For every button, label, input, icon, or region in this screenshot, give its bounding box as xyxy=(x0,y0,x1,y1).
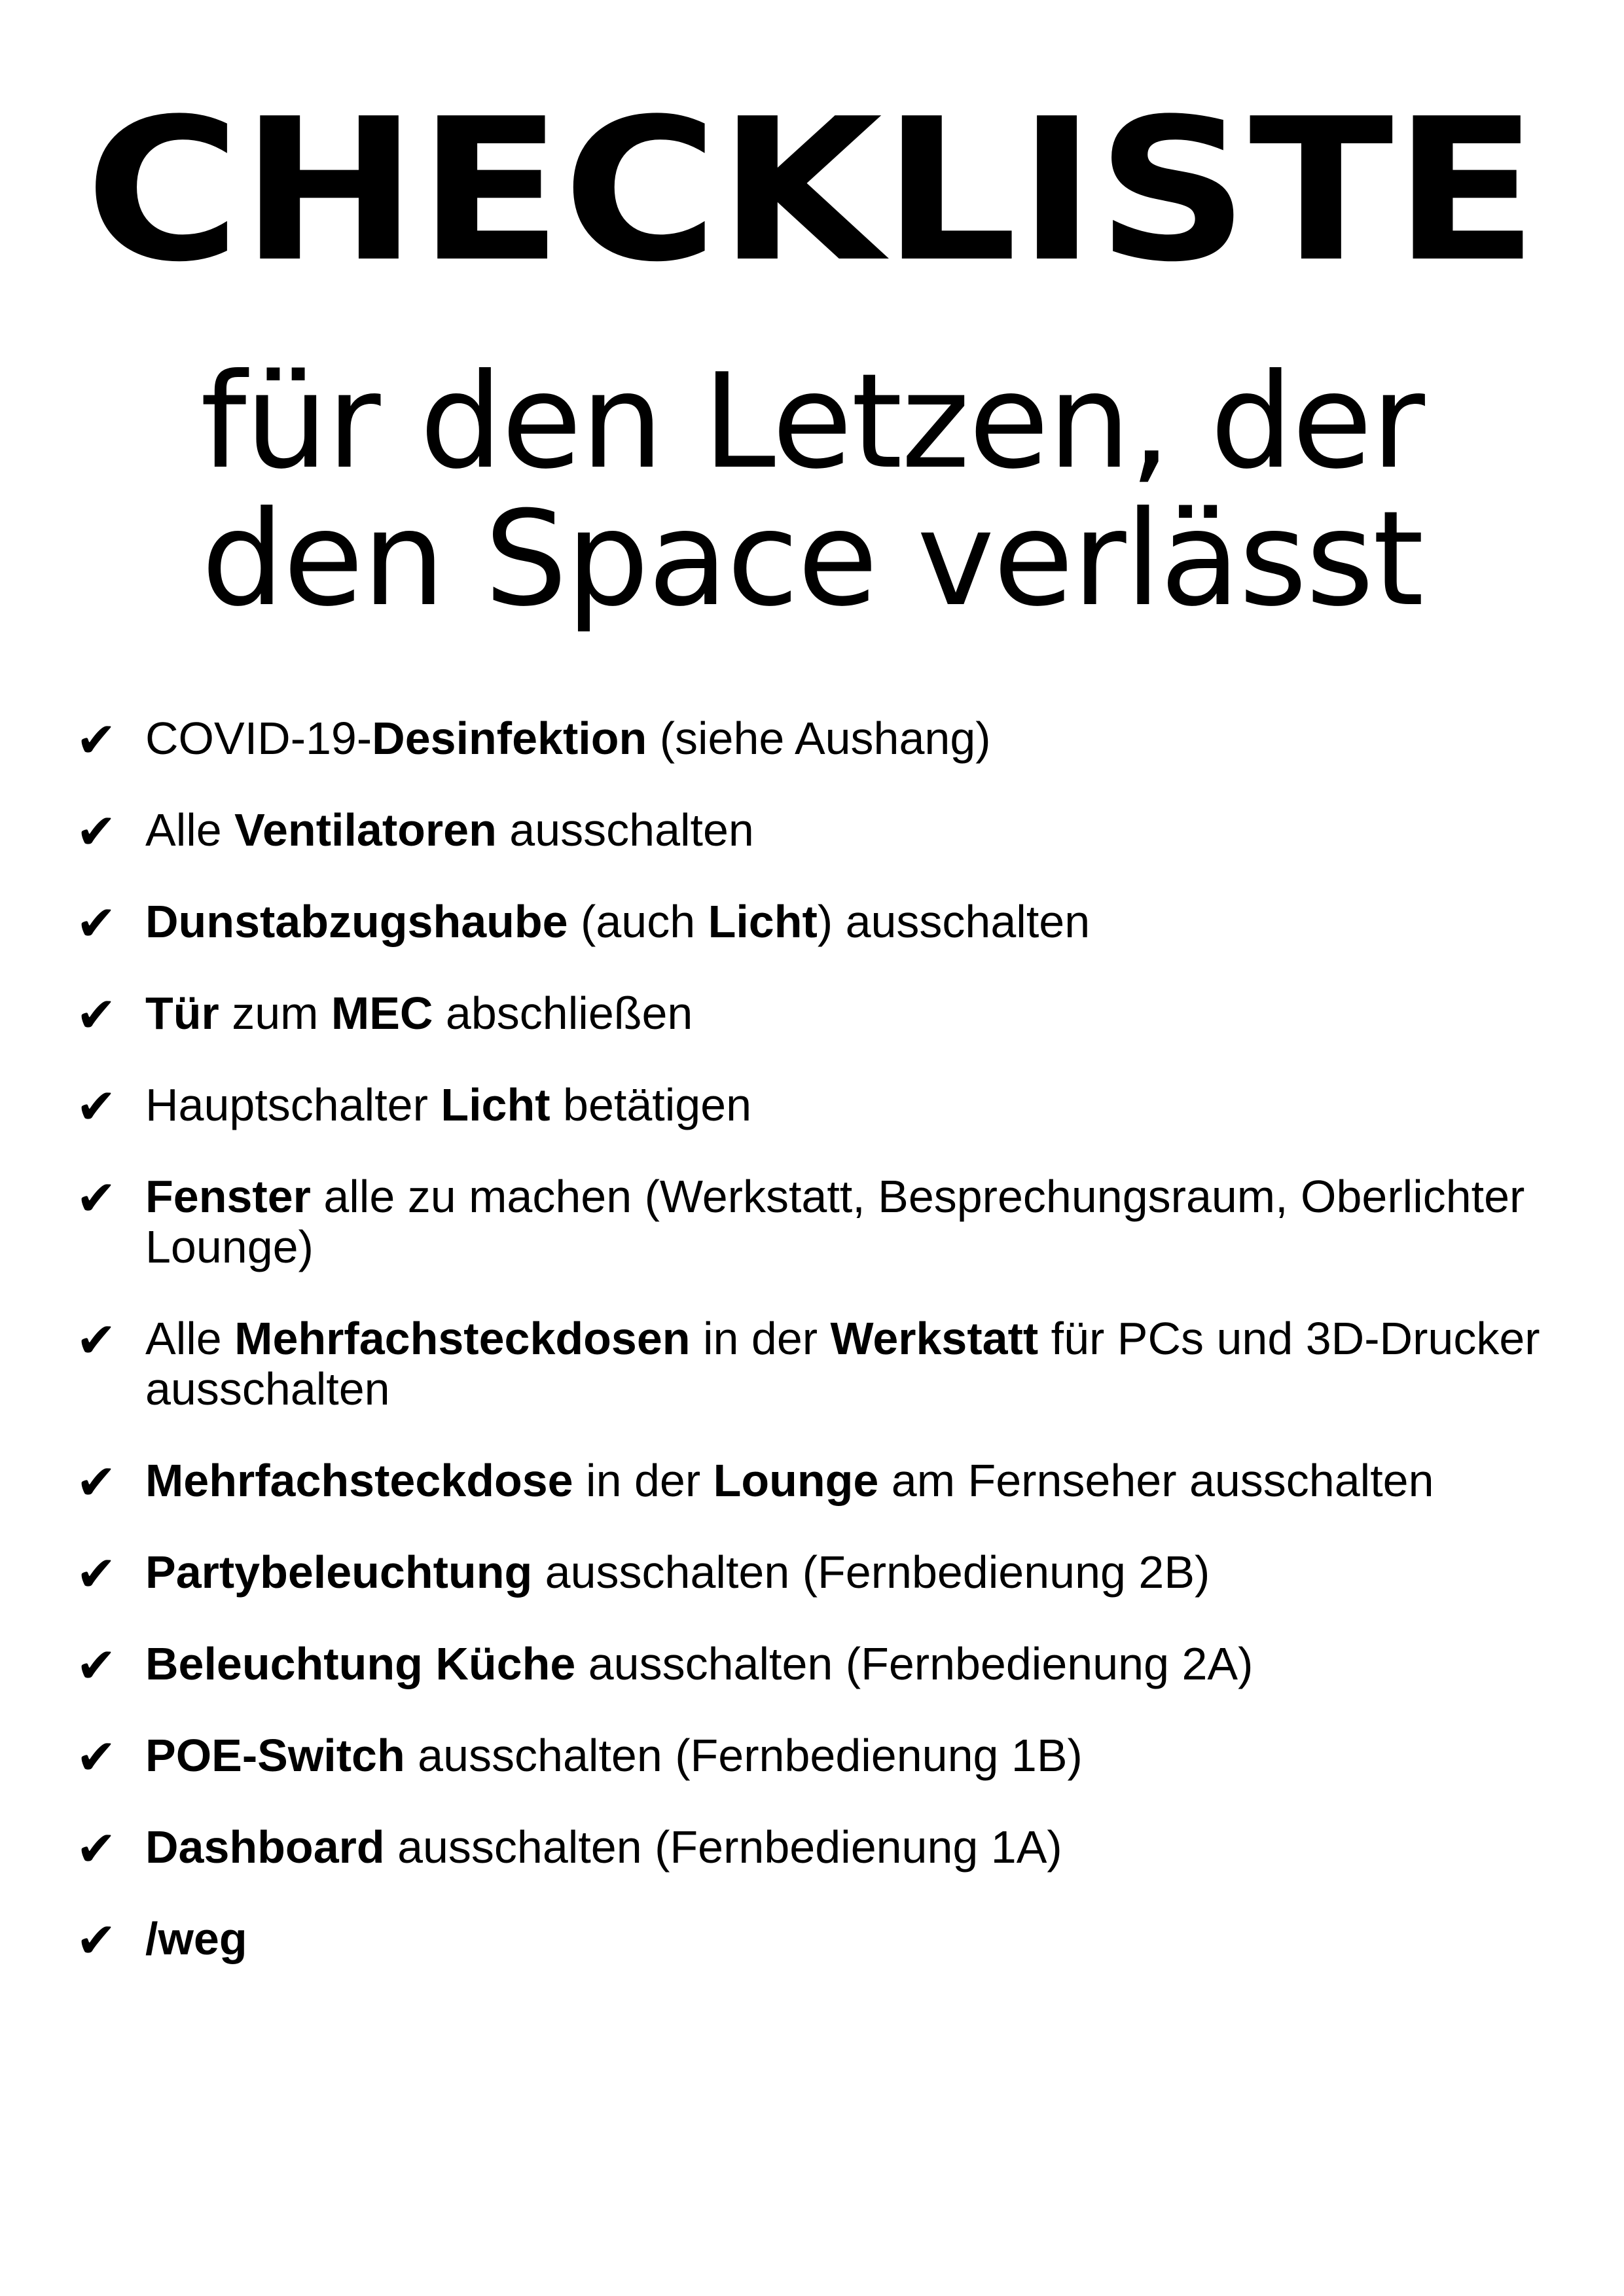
checklist-item-text: POE-Switch ausschalten (Fernbedienung 1B… xyxy=(145,1730,1083,1781)
checklist-item: ✔ Fenster alle zu machen (Werkstatt, Besp… xyxy=(76,1172,1568,1272)
checklist-item: ✔ Alle Ventilatoren ausschalten xyxy=(76,804,1568,860)
check-mark-icon: ✔ xyxy=(76,1638,117,1694)
page-title: CHECKLISTE xyxy=(0,105,1624,288)
item-text-segment: in der xyxy=(573,1455,713,1506)
item-text-segment: zum xyxy=(219,988,331,1039)
check-mark-icon: ✔ xyxy=(76,1912,117,1969)
item-text-segment: (auch xyxy=(568,896,708,947)
item-text-segment: in der xyxy=(690,1313,831,1364)
item-text-segment: ausschalten xyxy=(496,804,754,855)
checklist-item-text: Beleuchtung Küche ausschalten (Fernbedie… xyxy=(145,1638,1253,1689)
emphasis-text: Mehrfachsteckdosen xyxy=(234,1313,691,1364)
emphasis-text: Tür xyxy=(145,988,219,1039)
checklist-item: ✔ COVID-19-Desinfektion (siehe Aushang) xyxy=(76,712,1568,768)
item-text-segment: am Fernseher ausschalten xyxy=(878,1455,1434,1506)
checklist-item-text: COVID-19-Desinfektion (siehe Aushang) xyxy=(145,713,991,764)
title-wordmark: CHECKLISTE xyxy=(85,105,1538,288)
check-mark-icon: ✔ xyxy=(76,804,117,860)
item-text-segment: (siehe Aushang) xyxy=(647,713,991,764)
emphasis-text: Beleuchtung Küche xyxy=(145,1638,576,1689)
checklist-item-text: Dunstabzugshaube (auch Licht) ausschalte… xyxy=(145,896,1090,947)
emphasis-text: Ventilatoren xyxy=(234,804,497,855)
checklist-item: ✔ Mehrfachsteckdose in der Lounge am Fern… xyxy=(76,1454,1568,1511)
item-text-segment: Hauptschalter xyxy=(145,1079,441,1130)
checklist-item: ✔ Alle Mehrfachsteckdosen in der Werkstat… xyxy=(76,1314,1568,1414)
emphasis-text: Licht xyxy=(708,896,818,947)
checklist-item: ✔ Hauptschalter Licht betätigen xyxy=(76,1079,1568,1135)
item-text-segment: abschließen xyxy=(433,988,693,1039)
title-text: CHECKLISTE xyxy=(85,105,1538,288)
item-text-segment: Alle xyxy=(145,804,235,855)
check-mark-icon: ✔ xyxy=(76,1312,117,1369)
emphasis-text: Dunstabzugshaube xyxy=(145,896,568,947)
item-text-segment: ) ausschalten xyxy=(817,896,1091,947)
checklist-item-text: Fenster alle zu machen (Werkstatt, Bespr… xyxy=(145,1171,1525,1272)
checklist-item: ✔ /weg xyxy=(76,1912,1568,1969)
checklist-item-text: Alle Ventilatoren ausschalten xyxy=(145,804,754,855)
checklist-item: ✔ Beleuchtung Küche ausschalten (Fernbedi… xyxy=(76,1638,1568,1694)
checklist-item-text: Partybeleuchtung ausschalten (Fernbedien… xyxy=(145,1547,1210,1598)
emphasis-text: Werkstatt xyxy=(830,1313,1039,1364)
checklist-item-text: Hauptschalter Licht betätigen xyxy=(145,1079,751,1130)
emphasis-text: /weg xyxy=(145,1913,247,1964)
checklist-item: ✔ Dunstabzugshaube (auch Licht) ausschalt… xyxy=(76,895,1568,952)
emphasis-text: Partybeleuchtung xyxy=(145,1547,533,1598)
item-text-segment: betätigen xyxy=(550,1079,752,1130)
check-mark-icon: ✔ xyxy=(76,1170,117,1227)
item-text-segment: ausschalten (Fernbedienung 1A) xyxy=(384,1821,1062,1873)
item-text-segment: COVID-19- xyxy=(145,713,372,764)
checklist-item-text: Tür zum MEC abschließen xyxy=(145,988,693,1039)
subtitle-line-2: den Space verlässt xyxy=(201,483,1424,636)
item-text-segment: ausschalten (Fernbedienung 2B) xyxy=(532,1547,1210,1598)
checklist-item: ✔ Dashboard ausschalten (Fernbedienung 1A… xyxy=(76,1821,1568,1877)
checklist-item-text: Alle Mehrfachsteckdosen in der Werkstatt… xyxy=(145,1313,1540,1414)
item-text-segment: ausschalten (Fernbedienung 1B) xyxy=(405,1730,1083,1781)
page-subtitle: für den Letzen, der den Space verlässt xyxy=(0,353,1624,628)
check-mark-icon: ✔ xyxy=(76,1079,117,1135)
emphasis-text: Lounge xyxy=(713,1455,879,1506)
item-text-segment: Alle xyxy=(145,1313,235,1364)
emphasis-text: Licht xyxy=(441,1079,550,1130)
emphasis-text: Fenster xyxy=(145,1171,311,1222)
checklist-item-text: Mehrfachsteckdose in der Lounge am Ferns… xyxy=(145,1455,1434,1506)
emphasis-text: Mehrfachsteckdose xyxy=(145,1455,573,1506)
checklist-item: ✔ Tür zum MEC abschließen xyxy=(76,987,1568,1043)
item-text-segment: ausschalten (Fernbedienung 2A) xyxy=(575,1638,1254,1689)
emphasis-text: Dashboard xyxy=(145,1821,385,1873)
check-mark-icon: ✔ xyxy=(76,712,117,768)
check-mark-icon: ✔ xyxy=(76,1821,117,1877)
check-mark-icon: ✔ xyxy=(76,1546,117,1602)
check-mark-icon: ✔ xyxy=(76,895,117,952)
check-mark-icon: ✔ xyxy=(76,987,117,1043)
checklist-item: ✔ POE-Switch ausschalten (Fernbedienung 1… xyxy=(76,1729,1568,1785)
check-mark-icon: ✔ xyxy=(76,1729,117,1785)
emphasis-text: Desinfektion xyxy=(372,713,647,764)
item-text-segment: alle zu machen (Werkstatt, Besprechungsr… xyxy=(145,1171,1525,1272)
subtitle-line-1: für den Letzen, der xyxy=(200,346,1425,498)
checklist-item-text: Dashboard ausschalten (Fernbedienung 1A) xyxy=(145,1821,1062,1873)
emphasis-text: MEC xyxy=(331,988,433,1039)
checklist-item: ✔ Partybeleuchtung ausschalten (Fernbedie… xyxy=(76,1546,1568,1602)
emphasis-text: POE-Switch xyxy=(145,1730,405,1781)
checklist-item-text: /weg xyxy=(145,1913,247,1964)
check-mark-icon: ✔ xyxy=(76,1454,117,1511)
checklist: ✔ COVID-19-Desinfektion (siehe Aushang) ✔ A… xyxy=(76,713,1568,2005)
